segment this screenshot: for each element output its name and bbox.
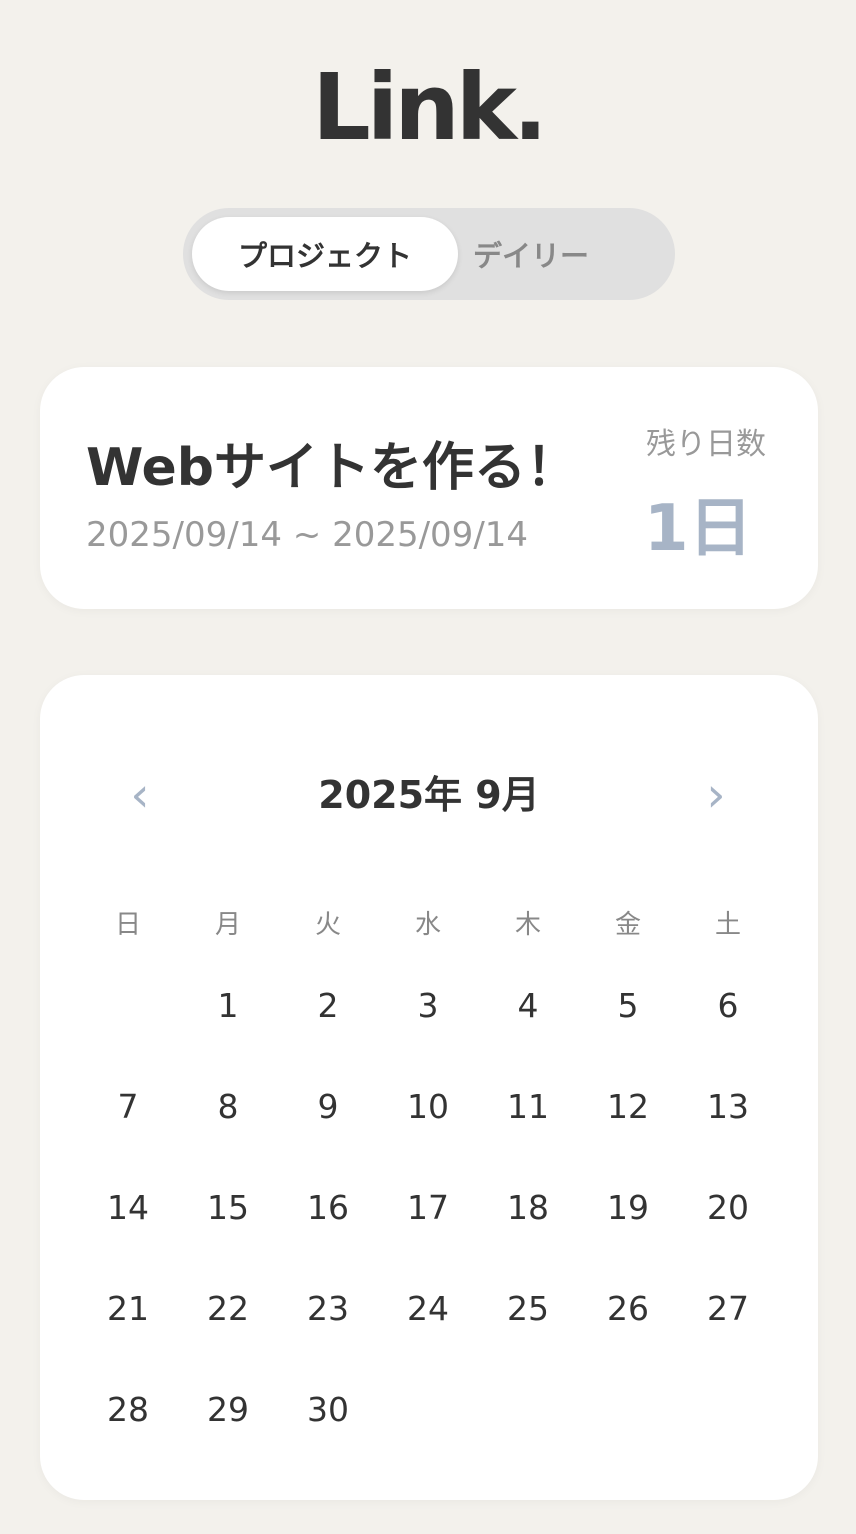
calendar-day[interactable]: 19 — [578, 1157, 678, 1258]
project-title: Webサイトを作る！ — [86, 438, 578, 498]
calendar-day[interactable]: 20 — [678, 1157, 778, 1258]
calendar-day[interactable]: 10 — [378, 1056, 478, 1157]
view-toggle: プロジェクト デイリー — [183, 208, 675, 300]
calendar-day[interactable]: 28 — [78, 1359, 178, 1460]
project-dates: 2025/09/14 ~ 2025/09/14 — [86, 515, 529, 555]
calendar-day[interactable]: 26 — [578, 1258, 678, 1359]
calendar-day[interactable]: 8 — [178, 1056, 278, 1157]
calendar-days-grid: 1 2 3 4 5 6 7 8 9 10 11 12 13 14 15 16 1… — [78, 955, 778, 1460]
calendar-day[interactable]: 25 — [478, 1258, 578, 1359]
calendar-day[interactable]: 2 — [278, 955, 378, 1056]
weekday-wed: 水 — [414, 910, 441, 940]
calendar-day[interactable]: 9 — [278, 1056, 378, 1157]
calendar-day[interactable]: 29 — [178, 1359, 278, 1460]
calendar-day[interactable]: 15 — [178, 1157, 278, 1258]
calendar-card: 2025年 9月 ‹ › 日 月 火 水 木 金 土 1 2 3 4 5 6 7… — [40, 675, 818, 1500]
weekday-thu: 木 — [514, 910, 541, 940]
project-card[interactable]: Webサイトを作る！ 2025/09/14 ~ 2025/09/14 残り日数 … — [40, 367, 818, 609]
calendar-day[interactable]: 5 — [578, 955, 678, 1056]
calendar-day[interactable]: 22 — [178, 1258, 278, 1359]
calendar-day[interactable]: 4 — [478, 955, 578, 1056]
prev-month-icon[interactable]: ‹ — [110, 765, 170, 825]
weekday-fri: 金 — [614, 910, 641, 940]
calendar-day[interactable]: 14 — [78, 1157, 178, 1258]
calendar-header: 2025年 9月 ‹ › — [40, 765, 818, 825]
calendar-day[interactable]: 11 — [478, 1056, 578, 1157]
weekday-mon: 月 — [214, 910, 241, 940]
tab-daily[interactable]: デイリー — [398, 217, 664, 291]
weekday-row: 日 月 火 水 木 金 土 — [78, 903, 778, 947]
remaining-days-label: 残り日数 — [646, 427, 766, 462]
calendar-day[interactable]: 27 — [678, 1258, 778, 1359]
calendar-day[interactable]: 1 — [178, 955, 278, 1056]
weekday-sat: 土 — [714, 910, 741, 940]
calendar-day[interactable]: 18 — [478, 1157, 578, 1258]
calendar-day[interactable]: 17 — [378, 1157, 478, 1258]
calendar-day[interactable]: 24 — [378, 1258, 478, 1359]
calendar-day[interactable]: 16 — [278, 1157, 378, 1258]
calendar-day[interactable]: 21 — [78, 1258, 178, 1359]
calendar-day[interactable]: 6 — [678, 955, 778, 1056]
calendar-day[interactable]: 13 — [678, 1056, 778, 1157]
calendar-day[interactable]: 7 — [78, 1056, 178, 1157]
calendar-day[interactable]: 3 — [378, 955, 478, 1056]
next-month-icon[interactable]: › — [686, 765, 746, 825]
calendar-empty-cell — [78, 955, 178, 1056]
calendar-day[interactable]: 30 — [278, 1359, 378, 1460]
remaining-days-value: 1日 — [644, 492, 753, 566]
weekday-tue: 火 — [314, 910, 341, 940]
app-logo: Link. — [312, 54, 548, 161]
calendar-day[interactable]: 23 — [278, 1258, 378, 1359]
calendar-day[interactable]: 12 — [578, 1056, 678, 1157]
weekday-sun: 日 — [114, 910, 141, 940]
